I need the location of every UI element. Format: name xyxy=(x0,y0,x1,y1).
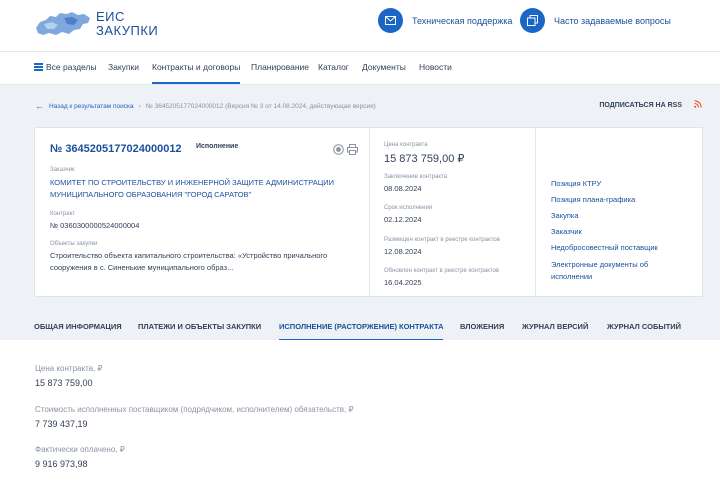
nav-news[interactable]: Новости xyxy=(419,62,452,72)
objects-line-2: сооружения в с. Синенькие муниципального… xyxy=(50,263,234,272)
tab-event-log[interactable]: ЖУРНАЛ СОБЫТИЙ xyxy=(607,322,681,331)
breadcrumb: ← Назад к результатам поиска › № 3645205… xyxy=(35,101,376,111)
support-label: Техническая поддержка xyxy=(412,15,513,26)
updated-date: 16.04.2025 xyxy=(384,278,422,287)
tab-version-log[interactable]: ЖУРНАЛ ВЕРСИЙ xyxy=(522,322,588,331)
price-value: 15 873 759,00 ₽ xyxy=(384,153,465,165)
breadcrumb-current: № 3645205177024000012 (Версия № 3 от 14.… xyxy=(145,102,376,110)
customer-label: Заказчик xyxy=(50,167,75,173)
mail-icon xyxy=(378,8,403,33)
price-label: Цена контракта xyxy=(384,142,428,148)
nav-documents[interactable]: Документы xyxy=(362,62,406,72)
term-label: Срок исполнения xyxy=(384,205,433,211)
nav-purchases[interactable]: Закупки xyxy=(108,62,139,72)
back-to-results-link[interactable]: Назад к результатам поиска xyxy=(49,103,134,110)
contract-label: Контракт xyxy=(50,211,76,217)
menu-icon xyxy=(34,63,43,71)
placed-label: Размещен контракт в реестре контрактов xyxy=(384,237,500,243)
nav-contracts[interactable]: Контракты и договоры xyxy=(152,62,241,84)
tab-general-info[interactable]: ОБЩАЯ ИНФОРМАЦИЯ xyxy=(34,322,122,331)
faq-label: Часто задаваемые вопросы xyxy=(554,15,671,26)
contract-reg-number[interactable]: № 3645205177024000012 xyxy=(50,143,182,155)
objects-label: Объекты закупки xyxy=(50,241,98,247)
execution-content: Цена контракта, ₽ 15 873 759,00 Стоимост… xyxy=(0,340,720,480)
tab-execution[interactable]: ИСПОЛНЕНИЕ (РАСТОРЖЕНИЕ) КОНТРАКТА xyxy=(279,322,444,341)
column-divider xyxy=(535,128,536,296)
tab-payments[interactable]: ПЛАТЕЖИ И ОБЪЕКТЫ ЗАКУПКИ xyxy=(138,322,261,331)
contract-tabs: ОБЩАЯ ИНФОРМАЦИЯ ПЛАТЕЖИ И ОБЪЕКТЫ ЗАКУП… xyxy=(0,313,720,341)
fulfilled-label: Стоимость исполненных поставщиком (подря… xyxy=(35,405,354,414)
nav-catalog[interactable]: Каталог xyxy=(318,62,349,72)
term-date: 02.12.2024 xyxy=(384,215,422,224)
nav-all-sections[interactable]: Все разделы xyxy=(34,62,97,72)
question-window-icon xyxy=(520,8,545,33)
eis-logo[interactable]: ЕИС ЗАКУПКИ xyxy=(34,10,158,38)
site-header: ЕИС ЗАКУПКИ Техническая поддержка Часто … xyxy=(0,0,720,52)
fulfilled-value: 7 739 437,19 xyxy=(35,419,88,429)
gosuslugi-emblem-icon[interactable] xyxy=(333,142,344,155)
breadcrumb-separator: › xyxy=(138,102,141,110)
customer-line-1[interactable]: КОМИТЕТ ПО СТРОИТЕЛЬСТВУ И ИНЖЕНЕРНОЙ ЗА… xyxy=(50,177,334,189)
link-plan-schedule-position[interactable]: Позиция плана-графика xyxy=(551,194,635,206)
rss-icon xyxy=(694,100,702,110)
support-link[interactable]: Техническая поддержка xyxy=(378,8,512,33)
russia-map-icon xyxy=(36,12,90,35)
print-icon[interactable] xyxy=(347,142,358,155)
contract-card: № 3645205177024000012 Исполнение Заказчи… xyxy=(34,127,703,297)
status-badge: Исполнение xyxy=(196,143,239,150)
logo-line-2: ЗАКУПКИ xyxy=(96,23,159,38)
link-electronic-docs-line-1[interactable]: Электронные документы об xyxy=(551,259,648,271)
customer-line-2[interactable]: МУНИЦИПАЛЬНОГО ОБРАЗОВАНИЯ "ГОРОД САРАТО… xyxy=(50,189,251,201)
exec-price-value: 15 873 759,00 xyxy=(35,378,93,388)
rss-subscribe-link[interactable]: ПОДПИСАТЬСЯ НА RSS xyxy=(599,100,702,110)
logo-line-1: ЕИС xyxy=(96,9,125,24)
updated-label: Обновлен контракт в реестре контрактов xyxy=(384,268,500,274)
main-nav: Все разделы Закупки Контракты и договоры… xyxy=(0,52,720,85)
link-customer[interactable]: Заказчик xyxy=(551,226,582,238)
tab-attachments[interactable]: ВЛОЖЕНИЯ xyxy=(460,322,504,331)
link-purchase[interactable]: Закупка xyxy=(551,210,579,222)
paid-value: 9 916 973,98 xyxy=(35,459,88,469)
conclusion-label: Заключение контракта xyxy=(384,174,448,180)
exec-price-label: Цена контракта, ₽ xyxy=(35,364,103,373)
link-ktru-position[interactable]: Позиция КТРУ xyxy=(551,178,601,190)
link-electronic-docs-line-2[interactable]: исполнении xyxy=(551,271,592,283)
paid-label: Фактически оплачено, ₽ xyxy=(35,445,125,454)
link-unfair-supplier[interactable]: Недобросовестный поставщик xyxy=(551,242,658,254)
placed-date: 12.08.2024 xyxy=(384,247,422,256)
column-divider xyxy=(369,128,370,296)
faq-link[interactable]: Часто задаваемые вопросы xyxy=(520,8,671,33)
rss-label: ПОДПИСАТЬСЯ НА RSS xyxy=(599,101,682,109)
objects-line-1: Строительство объекта капитального строи… xyxy=(50,251,328,260)
nav-label: Все разделы xyxy=(46,62,97,72)
contract-number: № 0360300000524000004 xyxy=(50,221,140,230)
conclusion-date: 08.08.2024 xyxy=(384,184,422,193)
arrow-left-icon[interactable]: ← xyxy=(35,101,44,111)
nav-planning[interactable]: Планирование xyxy=(251,62,309,72)
card-actions xyxy=(330,142,358,155)
